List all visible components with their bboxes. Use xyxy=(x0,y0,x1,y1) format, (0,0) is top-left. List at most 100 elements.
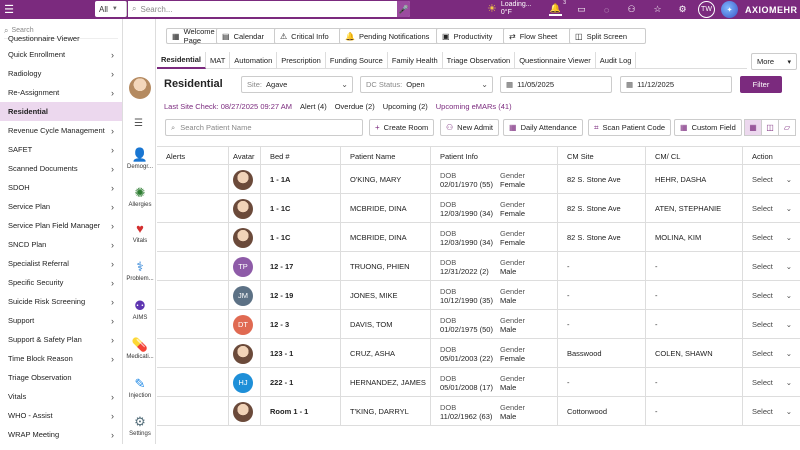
tab-audit-log[interactable]: Audit Log xyxy=(596,52,637,69)
sidebar-item-service-plan[interactable]: Service Plan › xyxy=(0,197,122,216)
new-admit-button[interactable]: ⚇ New Admit xyxy=(440,119,500,136)
action-select[interactable]: Select ⌄ xyxy=(752,407,792,416)
patient-name-cell[interactable]: DAVIS, TOM xyxy=(341,310,431,339)
patient-name-cell[interactable]: MCBRIDE, DINA xyxy=(341,223,431,252)
tab-family-health[interactable]: Family Health xyxy=(388,52,443,69)
sidebar-item-specific-security[interactable]: Specific Security › xyxy=(0,273,122,292)
rail-item-allergies[interactable]: ✺ Allergies xyxy=(125,185,155,221)
patient-avatar[interactable] xyxy=(129,77,151,99)
star-icon[interactable]: ☆ xyxy=(651,3,664,16)
global-search-input[interactable]: ⌕ Search... 🎤 xyxy=(128,1,410,17)
rail-item-settings[interactable]: ⚙ Settings xyxy=(125,414,155,450)
patient-name-cell[interactable]: HERNANDEZ, JAMES xyxy=(341,368,431,397)
sidebar-item-support[interactable]: Support › xyxy=(0,311,122,330)
sidebar-item-vitals[interactable]: Vitals › xyxy=(0,387,122,406)
date-from-input[interactable]: ▦ 11/05/2025 xyxy=(500,76,612,93)
tab-mat[interactable]: MAT xyxy=(206,52,231,69)
patient-name-cell[interactable]: JONES, MIKE xyxy=(341,281,431,310)
action-select[interactable]: Select ⌄ xyxy=(752,320,792,329)
tab-prescription[interactable]: Prescription xyxy=(277,52,326,69)
sidebar-item-triage-observation[interactable]: Triage Observation xyxy=(0,368,122,387)
patient-name-cell[interactable]: T'KING, DARRYL xyxy=(341,397,431,426)
menu-icon[interactable]: ☰ xyxy=(0,0,18,19)
sidebar-item-who-assist[interactable]: WHO - Assist › xyxy=(0,406,122,425)
action-select[interactable]: Select ⌄ xyxy=(752,175,792,184)
search-scope-select[interactable]: All ▼ xyxy=(95,1,127,17)
daily-attendance-button[interactable]: ▦ Daily Attendance xyxy=(503,119,583,136)
split-view-icon[interactable]: ◫ xyxy=(761,119,779,136)
patient-name-cell[interactable]: MCBRIDE, DINA xyxy=(341,194,431,223)
microphone-icon[interactable]: 🎤 xyxy=(397,1,410,17)
table-row[interactable]: 1 - 1C MCBRIDE, DINA DOB Gender 12/03/1990 (… xyxy=(157,223,800,252)
grid-view-icon[interactable]: ▦ xyxy=(744,119,762,136)
sidebar-item-quick-enrollment[interactable]: Quick Enrollment › xyxy=(0,45,122,64)
table-row[interactable]: HJ 222 - 1 HERNANDEZ, JAMES DOB Gender 05/01/… xyxy=(157,368,800,397)
date-to-input[interactable]: ▦ 11/12/2025 xyxy=(620,76,732,93)
user-avatar[interactable]: TW xyxy=(698,1,715,18)
sidebar-item-radiology[interactable]: Radiology › xyxy=(0,64,122,83)
upcoming-link[interactable]: Upcoming (2) xyxy=(383,102,428,113)
gear-icon[interactable]: ⚙ xyxy=(676,3,689,16)
rail-item-demogr[interactable]: 👤 Demogr... xyxy=(125,147,155,183)
table-row[interactable]: JM 12 - 19 JONES, MIKE DOB Gender 10/12/1990 … xyxy=(157,281,800,310)
table-row[interactable]: 1 - 1C MCBRIDE, DINA DOB Gender 12/03/1990 (… xyxy=(157,194,800,223)
sidebar-item-safet[interactable]: SAFET › xyxy=(0,140,122,159)
upcoming-emars-link[interactable]: Upcoming eMARs (41) xyxy=(436,102,512,113)
notification-bell-icon[interactable]: 🔔 3 xyxy=(549,0,566,16)
sidebar-item-revenue-cycle-management[interactable]: Revenue Cycle Management › xyxy=(0,121,122,140)
users-icon[interactable]: ⚇ xyxy=(625,3,638,16)
dc-status-select[interactable]: DC Status: Open ⌄ xyxy=(360,76,493,93)
scan-patient-code-button[interactable]: ⌗ Scan Patient Code xyxy=(588,119,672,136)
action-select[interactable]: Select ⌄ xyxy=(752,262,792,271)
quicklink-pending-notifications[interactable]: 🔔 Pending Notifications xyxy=(339,28,447,44)
patient-search-input[interactable]: ⌕ Search Patient Name xyxy=(165,119,363,136)
rail-item-problem[interactable]: ⚕ Problem... xyxy=(125,259,155,295)
rail-item-medicati[interactable]: 💊 Medicati... xyxy=(125,337,155,373)
action-select[interactable]: Select ⌄ xyxy=(752,233,792,242)
sidebar-item-questionnaire-viewer[interactable]: Questionnaire Viewer xyxy=(0,34,122,45)
sidebar-item-specialist-referral[interactable]: Specialist Referral › xyxy=(0,254,122,273)
table-row[interactable]: DT 12 - 3 DAVIS, TOM DOB Gender 01/02/1975 (5… xyxy=(157,310,800,339)
filter-button[interactable]: Filter xyxy=(740,76,782,93)
patient-name-cell[interactable]: TRUONG, PHIEN xyxy=(341,252,431,281)
create-room-button[interactable]: + Create Room xyxy=(369,119,435,136)
sidebar-item-sdoh[interactable]: SDOH › xyxy=(0,178,122,197)
table-row[interactable]: Room 1 - 1 T'KING, DARRYL DOB Gender 11/02/1… xyxy=(157,397,800,426)
rail-item-aims[interactable]: ⚉ AIMS xyxy=(125,298,155,334)
rail-item-injection[interactable]: ✎ Injection xyxy=(125,376,155,412)
tab-residential[interactable]: Residential xyxy=(157,52,207,69)
patient-name-cell[interactable]: CRUZ, ASHA xyxy=(341,339,431,368)
quicklink-split-screen[interactable]: ◫ Split Screen xyxy=(569,28,646,44)
site-select[interactable]: Site: Agave ⌄ xyxy=(241,76,353,93)
action-select[interactable]: Select ⌄ xyxy=(752,349,792,358)
sidebar-item-scanned-documents[interactable]: Scanned Documents › xyxy=(0,159,122,178)
overdue-link[interactable]: Overdue (2) xyxy=(335,102,375,113)
tab-questionnaire-viewer[interactable]: Questionnaire Viewer xyxy=(515,52,596,69)
sidebar-item-service-plan-field-manager[interactable]: Service Plan Field Manager › xyxy=(0,216,122,235)
alert-link[interactable]: Alert (4) xyxy=(300,102,327,113)
rail-item-vitals[interactable]: ♥ Vitals xyxy=(125,221,155,257)
sidebar-item-re-assignment[interactable]: Re-Assignment › xyxy=(0,83,122,102)
sidebar-item-suicide-risk-screening[interactable]: Suicide Risk Screening › xyxy=(0,292,122,311)
patient-name-cell[interactable]: O'KING, MARY xyxy=(341,165,431,194)
map-view-icon[interactable]: ▱ xyxy=(778,119,796,136)
action-select[interactable]: Select ⌄ xyxy=(752,291,792,300)
rail-menu-icon[interactable]: ☰ xyxy=(134,118,143,129)
sidebar-item-residential[interactable]: Residential xyxy=(0,102,122,121)
action-select[interactable]: Select ⌄ xyxy=(752,204,792,213)
tab-triage-observation[interactable]: Triage Observation xyxy=(443,52,516,69)
action-select[interactable]: Select ⌄ xyxy=(752,378,792,387)
message-icon[interactable]: ▭ xyxy=(575,3,588,16)
sidebar-item-time-block-reason[interactable]: Time Block Reason › xyxy=(0,349,122,368)
sidebar-item-wrap-meeting[interactable]: WRAP Meeting › xyxy=(0,425,122,444)
table-row[interactable]: 1 - 1A O'KING, MARY DOB Gender 02/01/1970 (5… xyxy=(157,165,800,194)
custom-field-button[interactable]: ▦ Custom Field xyxy=(674,119,742,136)
tab-automation[interactable]: Automation xyxy=(230,52,278,69)
table-row[interactable]: TP 12 - 17 TRUONG, PHIEN DOB Gender 12/31/202… xyxy=(157,252,800,281)
sidebar-item-support-safety-plan[interactable]: Support & Safety Plan › xyxy=(0,330,122,349)
ai-assistant-icon[interactable]: ✦ xyxy=(721,1,738,18)
tab-funding-source[interactable]: Funding Source xyxy=(326,52,388,69)
sidebar-item-sncd-plan[interactable]: SNCD Plan › xyxy=(0,235,122,254)
table-row[interactable]: 123 - 1 CRUZ, ASHA DOB Gender 05/01/2003 (22… xyxy=(157,339,800,368)
chat-icon[interactable]: ◌ xyxy=(600,3,613,16)
